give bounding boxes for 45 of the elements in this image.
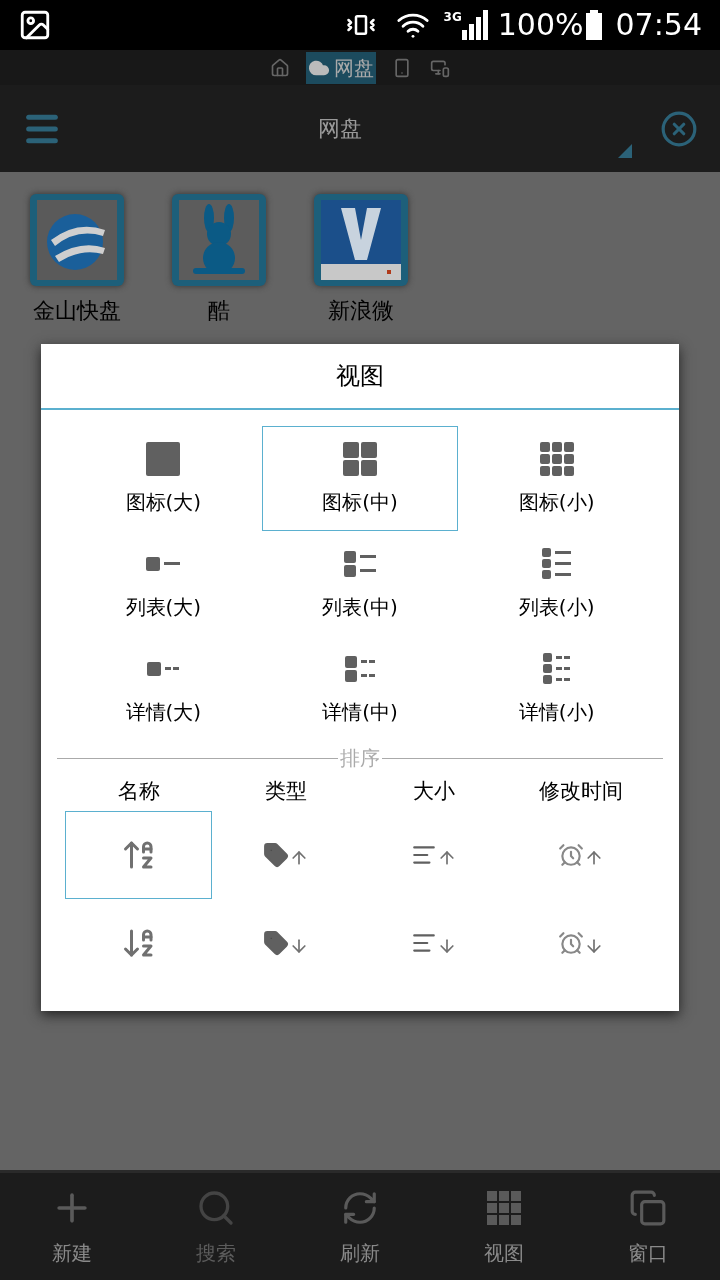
app-icon xyxy=(314,194,408,286)
app-icon xyxy=(30,194,124,286)
grid-icon xyxy=(487,1190,521,1225)
list-view-icon xyxy=(542,545,572,582)
sort-column-label: 修改时间 xyxy=(539,778,624,806)
file-name: 酷 xyxy=(208,297,230,325)
sort-column-label: 名称 xyxy=(117,778,160,806)
network-type: 3G xyxy=(443,9,462,26)
toolbar-button[interactable]: 窗口 xyxy=(576,1173,720,1280)
dropdown-corner-icon[interactable] xyxy=(618,144,632,158)
view-option[interactable]: 列表(中) xyxy=(261,531,459,636)
toolbar-button[interactable]: 新建 xyxy=(0,1173,144,1280)
sort-column-label: 类型 xyxy=(265,778,308,806)
grid-view-icon xyxy=(539,440,574,477)
home-icon xyxy=(270,57,290,78)
windows-icon xyxy=(629,1188,667,1227)
view-option[interactable]: 详情(大) xyxy=(65,636,262,741)
view-option[interactable]: 详情(中) xyxy=(261,636,459,741)
battery-icon xyxy=(585,10,602,40)
toolbar-button[interactable]: 视图 xyxy=(432,1173,576,1280)
battery-percent: 100% xyxy=(497,10,584,40)
file-name: 新浪微 xyxy=(328,297,394,325)
sort-column-label: 大小 xyxy=(412,778,455,806)
view-option[interactable]: 图标(大) xyxy=(65,426,262,531)
dialog-title: 视图 xyxy=(336,361,384,392)
signal-icon xyxy=(461,10,490,40)
view-option[interactable]: 图标(小) xyxy=(458,426,655,531)
sort-option[interactable] xyxy=(65,811,213,899)
view-option[interactable]: 详情(小) xyxy=(458,636,655,741)
app-icon xyxy=(172,194,266,286)
file-name: 金山快盘 xyxy=(33,297,121,325)
phone-icon xyxy=(392,57,412,78)
sort-section-label: 排序 xyxy=(339,745,381,772)
grid-view-icon xyxy=(146,440,181,477)
details-view-icon xyxy=(543,650,571,687)
close-icon[interactable] xyxy=(660,109,698,148)
view-option[interactable]: 列表(大) xyxy=(65,531,262,636)
picture-notification-icon xyxy=(18,8,52,42)
view-option[interactable]: 图标(中) xyxy=(261,426,459,531)
view-option[interactable]: 列表(小) xyxy=(458,531,655,636)
grid-view-icon xyxy=(343,440,377,477)
toolbar-button[interactable]: 刷新 xyxy=(288,1173,432,1280)
clock: 07:54 xyxy=(615,10,702,40)
location-tab[interactable]: 网盘 xyxy=(306,51,376,84)
page-title: 网盘 xyxy=(318,115,362,143)
